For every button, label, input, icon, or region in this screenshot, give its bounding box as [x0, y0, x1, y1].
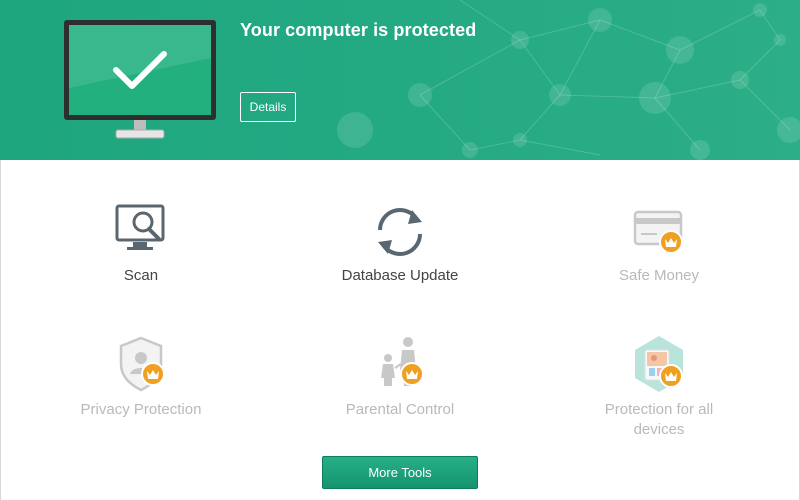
devices-icon: [627, 334, 691, 398]
privacy-protection-tile[interactable]: Privacy Protection: [21, 334, 261, 444]
protection-all-devices-label: Protection for all devices: [604, 401, 714, 438]
more-tools-button[interactable]: More Tools: [322, 456, 478, 489]
window-border-left: [0, 160, 1, 500]
details-button[interactable]: Details: [240, 92, 296, 122]
privacy-protection-label: Privacy Protection: [80, 401, 202, 418]
privacy-icon: [109, 334, 173, 398]
parental-control-tile[interactable]: Parental Control: [280, 334, 520, 444]
scan-icon: [109, 200, 173, 264]
premium-crown-icon: [141, 362, 165, 386]
status-banner: Your computer is protected Details: [0, 0, 800, 160]
safe-money-icon: [627, 200, 691, 264]
parental-control-label: Parental Control: [345, 401, 455, 418]
protection-all-devices-tile[interactable]: Protection for all devices: [539, 334, 779, 444]
scan-tile[interactable]: Scan: [21, 200, 261, 310]
premium-crown-icon: [659, 364, 683, 388]
premium-crown-icon: [659, 230, 683, 254]
premium-crown-icon: [400, 362, 424, 386]
parental-control-icon: [368, 334, 432, 398]
update-icon: [368, 200, 432, 264]
database-update-label: Database Update: [341, 267, 459, 284]
protection-status-title: Your computer is protected: [240, 20, 477, 40]
safe-money-label: Safe Money: [618, 267, 700, 284]
safe-money-tile[interactable]: Safe Money: [539, 200, 779, 310]
database-update-tile[interactable]: Database Update: [280, 200, 520, 310]
protected-monitor-icon: [64, 20, 216, 139]
scan-label: Scan: [123, 267, 159, 284]
